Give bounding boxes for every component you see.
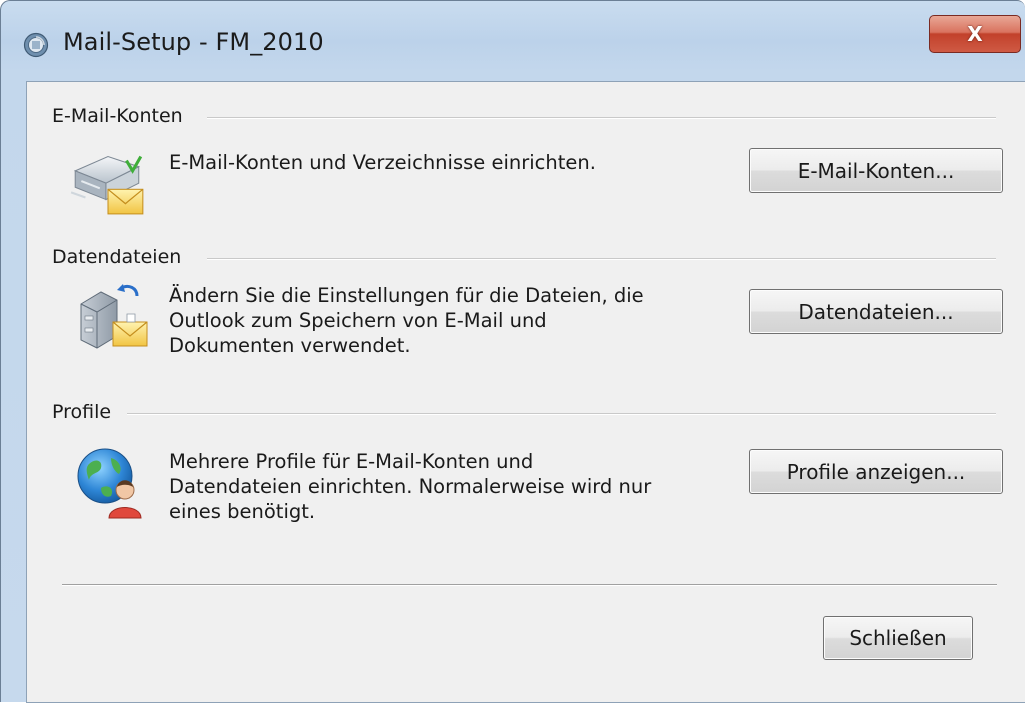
profiles-globe-icon xyxy=(77,448,142,519)
mail-server-icon xyxy=(70,155,144,215)
email-accounts-description: E-Mail-Konten und Verzeichnisse einricht… xyxy=(169,150,596,175)
data-files-description-line: Dokumenten verwendet. xyxy=(169,334,411,357)
email-accounts-group-line xyxy=(207,117,996,119)
data-files-description-line: Ändern Sie die Einstellungen für die Dat… xyxy=(169,284,644,307)
close-button[interactable]: Schließen xyxy=(823,616,973,660)
close-window-button[interactable]: X xyxy=(929,15,1021,53)
email-accounts-description-line: E-Mail-Konten und Verzeichnisse einricht… xyxy=(169,151,596,174)
close-icon: X xyxy=(967,22,983,46)
data-files-description: Ändern Sie die Einstellungen für die Dat… xyxy=(169,283,644,358)
data-files-description-line: Outlook zum Speichern von E-Mail und xyxy=(169,309,547,332)
profiles-description-line: Mehrere Profile für E-Mail-Konten und xyxy=(169,450,534,473)
data-files-button[interactable]: Datendateien... xyxy=(749,289,1003,334)
mail-setup-app-icon xyxy=(23,32,49,58)
profiles-description: Mehrere Profile für E-Mail-Konten und Da… xyxy=(169,449,651,524)
dialog-client-area: E-Mail-Konten E-Mail-Konten und Verzeich… xyxy=(26,81,1025,703)
data-files-group-label: Datendateien xyxy=(52,246,190,268)
window-title: Mail-Setup - FM_2010 xyxy=(63,28,324,56)
profiles-group-label: Profile xyxy=(52,401,120,423)
mail-setup-window: Mail-Setup - FM_2010 X E-Mail-Konten E-M… xyxy=(0,0,1025,703)
data-files-group-line xyxy=(207,258,996,260)
profiles-description-line: eines benötigt. xyxy=(169,500,316,523)
email-accounts-group-label: E-Mail-Konten xyxy=(52,105,191,127)
title-bar[interactable]: Mail-Setup - FM_2010 X xyxy=(1,1,1025,81)
email-accounts-button[interactable]: E-Mail-Konten... xyxy=(749,148,1003,193)
profiles-group-line xyxy=(127,413,996,415)
footer-separator xyxy=(62,584,997,586)
data-files-icon xyxy=(80,284,148,349)
profiles-button[interactable]: Profile anzeigen... xyxy=(749,449,1003,494)
profiles-description-line: Datendateien einrichten. Normalerweise w… xyxy=(169,475,652,498)
